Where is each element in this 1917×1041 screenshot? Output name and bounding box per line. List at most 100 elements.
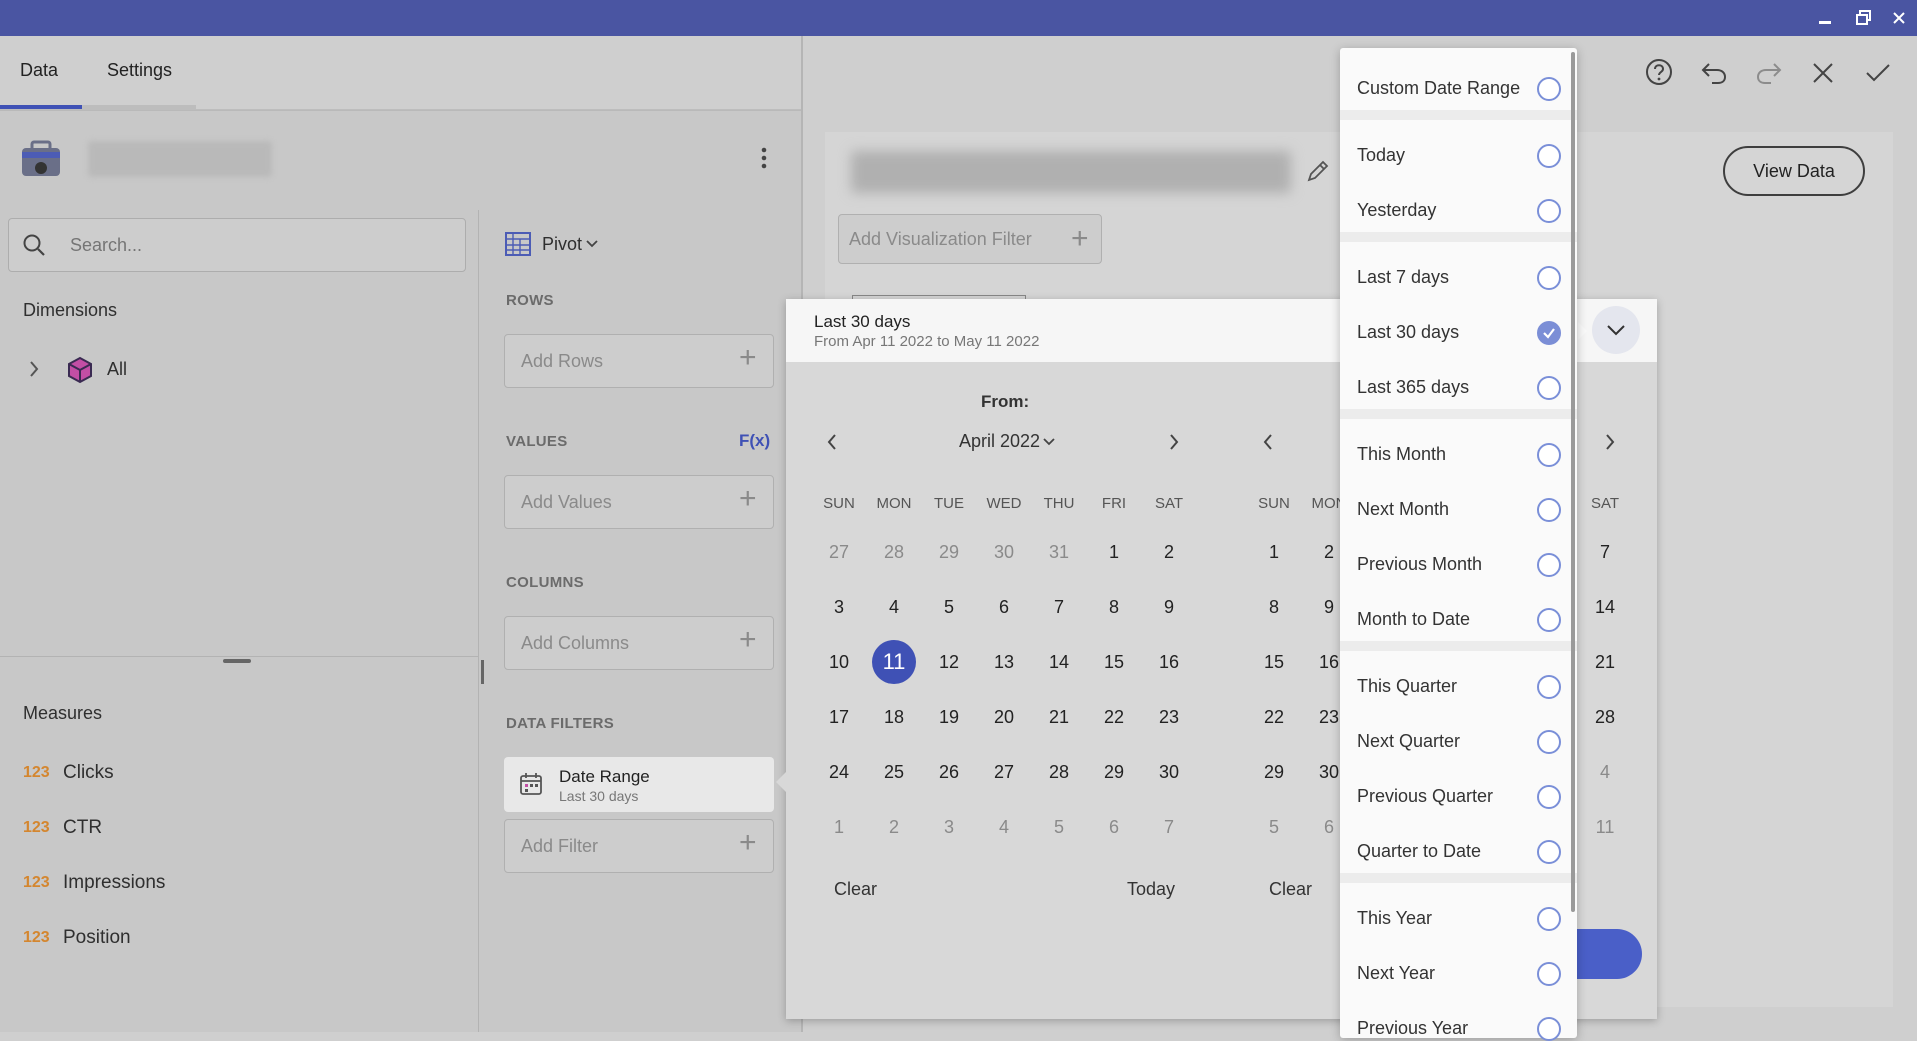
- chevron-right-icon[interactable]: [28, 359, 40, 379]
- radio-checked-icon[interactable]: [1537, 321, 1561, 345]
- undo-icon[interactable]: [1700, 60, 1728, 84]
- plus-icon[interactable]: +: [739, 828, 757, 858]
- plus-icon[interactable]: +: [739, 625, 757, 655]
- preset-option[interactable]: Month to Date: [1357, 609, 1470, 630]
- calendar-day[interactable]: 6: [982, 585, 1026, 629]
- calendar-day[interactable]: 17: [817, 695, 861, 739]
- calendar-day[interactable]: 20: [982, 695, 1026, 739]
- preset-option[interactable]: Last 7 days: [1357, 267, 1449, 288]
- radio-icon[interactable]: [1537, 730, 1561, 754]
- formula-button[interactable]: F(x): [739, 431, 770, 451]
- calendar-day[interactable]: 22: [1092, 695, 1136, 739]
- radio-icon[interactable]: [1537, 144, 1561, 168]
- calendar-day[interactable]: 29: [1252, 750, 1296, 794]
- today-button[interactable]: Today: [1127, 879, 1175, 900]
- calendar-day[interactable]: 16: [1147, 640, 1191, 684]
- calendar-day[interactable]: 7: [1583, 530, 1627, 574]
- calendar-day[interactable]: 26: [927, 750, 971, 794]
- scrollbar[interactable]: [1571, 52, 1575, 912]
- search-input[interactable]: [68, 230, 448, 260]
- calendar-day[interactable]: 15: [1252, 640, 1296, 684]
- calendar-day[interactable]: 27: [817, 530, 861, 574]
- close-icon[interactable]: [1812, 62, 1834, 84]
- calendar-day[interactable]: 19: [927, 695, 971, 739]
- calendar-day[interactable]: 7: [1037, 585, 1081, 629]
- calendar-day[interactable]: 4: [982, 805, 1026, 849]
- chevron-down-icon[interactable]: [1043, 437, 1055, 447]
- calendar-day[interactable]: 30: [1147, 750, 1191, 794]
- radio-icon[interactable]: [1537, 675, 1561, 699]
- calendar-day[interactable]: 3: [927, 805, 971, 849]
- calendar-day[interactable]: 29: [1092, 750, 1136, 794]
- calendar-day[interactable]: 5: [1252, 805, 1296, 849]
- more-options-icon[interactable]: [760, 146, 768, 170]
- tab-data[interactable]: Data: [20, 60, 58, 81]
- calendar-day[interactable]: 8: [1092, 585, 1136, 629]
- preset-option[interactable]: Next Month: [1357, 499, 1449, 520]
- preset-option[interactable]: This Quarter: [1357, 676, 1457, 697]
- calendar-day-selected[interactable]: 11: [872, 640, 916, 684]
- preset-option[interactable]: This Month: [1357, 444, 1446, 465]
- radio-icon[interactable]: [1537, 498, 1561, 522]
- calendar-day[interactable]: 28: [1037, 750, 1081, 794]
- calendar-day[interactable]: 25: [872, 750, 916, 794]
- radio-icon[interactable]: [1537, 443, 1561, 467]
- calendar-day[interactable]: 14: [1583, 585, 1627, 629]
- calendar-day[interactable]: 29: [927, 530, 971, 574]
- vertical-resize-handle[interactable]: [481, 660, 484, 684]
- calendar-day[interactable]: 18: [872, 695, 916, 739]
- measure-item-position[interactable]: Position: [63, 927, 131, 949]
- preset-option[interactable]: Previous Year: [1357, 1018, 1468, 1039]
- prev-month-icon[interactable]: [1262, 432, 1274, 452]
- calendar-day[interactable]: 14: [1037, 640, 1081, 684]
- calendar-day[interactable]: 11: [1583, 805, 1627, 849]
- calendar-day[interactable]: 8: [1252, 585, 1296, 629]
- radio-icon[interactable]: [1537, 608, 1561, 632]
- calendar-day[interactable]: 2: [872, 805, 916, 849]
- calendar-day[interactable]: 1: [817, 805, 861, 849]
- restore-icon[interactable]: [1845, 0, 1883, 36]
- radio-icon[interactable]: [1537, 785, 1561, 809]
- calendar-day[interactable]: 31: [1037, 530, 1081, 574]
- plus-icon[interactable]: +: [1071, 224, 1089, 254]
- radio-icon[interactable]: [1537, 962, 1561, 986]
- close-window-icon[interactable]: [1880, 0, 1917, 36]
- preset-option[interactable]: Yesterday: [1357, 200, 1436, 221]
- radio-icon[interactable]: [1537, 907, 1561, 931]
- preset-option[interactable]: Previous Quarter: [1357, 786, 1493, 807]
- calendar-day[interactable]: 12: [927, 640, 971, 684]
- resize-handle[interactable]: [223, 659, 251, 663]
- prev-month-icon[interactable]: [826, 432, 838, 452]
- preset-option[interactable]: Previous Month: [1357, 554, 1482, 575]
- next-month-icon[interactable]: [1604, 432, 1616, 452]
- calendar-day[interactable]: 4: [872, 585, 916, 629]
- calendar-day[interactable]: 28: [872, 530, 916, 574]
- calendar-day[interactable]: 2: [1147, 530, 1191, 574]
- radio-icon[interactable]: [1537, 199, 1561, 223]
- clear-button[interactable]: Clear: [834, 879, 877, 900]
- chevron-down-icon[interactable]: [586, 239, 598, 249]
- calendar-day[interactable]: 1: [1092, 530, 1136, 574]
- radio-icon[interactable]: [1537, 1017, 1561, 1041]
- calendar-day[interactable]: 1: [1252, 530, 1296, 574]
- calendar-day[interactable]: 10: [817, 640, 861, 684]
- calendar-day[interactable]: 5: [1037, 805, 1081, 849]
- radio-icon[interactable]: [1537, 77, 1561, 101]
- calendar-day[interactable]: 3: [817, 585, 861, 629]
- radio-icon[interactable]: [1537, 266, 1561, 290]
- preset-option[interactable]: Next Quarter: [1357, 731, 1460, 752]
- next-month-icon[interactable]: [1168, 432, 1180, 452]
- calendar-day[interactable]: 7: [1147, 805, 1191, 849]
- tab-settings[interactable]: Settings: [107, 60, 172, 81]
- month-selector[interactable]: April 2022: [959, 431, 1040, 452]
- plus-icon[interactable]: +: [739, 343, 757, 373]
- preset-option[interactable]: Last 30 days: [1357, 322, 1459, 343]
- measure-item-ctr[interactable]: CTR: [63, 817, 102, 839]
- calendar-day[interactable]: 22: [1252, 695, 1296, 739]
- preset-option[interactable]: Last 365 days: [1357, 377, 1469, 398]
- calendar-day[interactable]: 4: [1583, 750, 1627, 794]
- pivot-mode-label[interactable]: Pivot: [542, 234, 582, 255]
- dimension-item-all[interactable]: All: [107, 359, 127, 380]
- radio-icon[interactable]: [1537, 553, 1561, 577]
- calendar-day[interactable]: 24: [817, 750, 861, 794]
